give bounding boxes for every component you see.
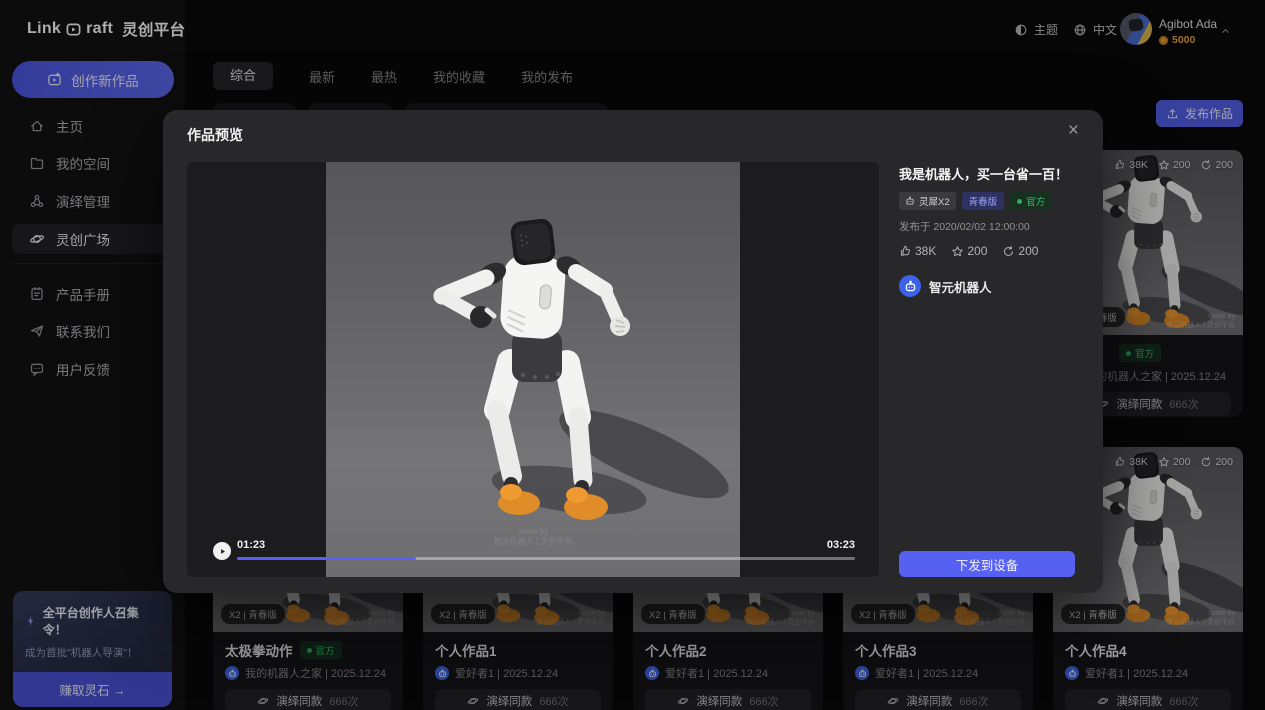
progress-bar[interactable] — [237, 557, 855, 560]
model-tag: 灵犀X2 — [899, 192, 956, 210]
author-avatar — [899, 275, 921, 297]
robot-render — [326, 162, 740, 577]
total-time: 03:23 — [827, 539, 855, 551]
send-to-device-button[interactable]: 下发到设备 — [899, 551, 1075, 577]
work-info-panel: 我是机器人，买一台省一百！ 灵犀X2 青春版 官方 发布于 2020/02/02… — [899, 166, 1075, 297]
video-frame: made by 智元机器人 | 灵创平台 — [326, 162, 740, 577]
play-icon — [218, 547, 227, 556]
work-tags: 灵犀X2 青春版 官方 — [899, 192, 1075, 210]
official-dot-icon — [1017, 199, 1022, 204]
star-icon[interactable] — [951, 245, 964, 258]
share-icon[interactable] — [1002, 245, 1015, 258]
work-title: 我是机器人，买一台省一百！ — [899, 166, 1075, 183]
robot-icon — [905, 196, 915, 206]
official-tag: 官方 — [1010, 192, 1052, 210]
work-preview-modal: 作品预览 × made by 智元机器人 | 灵创平台 01:23 03:23 — [163, 110, 1103, 593]
modal-title: 作品预览 — [187, 125, 243, 145]
work-stats: 38K 200 200 — [899, 244, 1075, 258]
publish-date: 发布于 2020/02/02 12:00:00 — [899, 219, 1075, 234]
player-controls: 01:23 03:23 — [213, 539, 855, 563]
play-button[interactable] — [213, 542, 231, 560]
like-icon[interactable] — [899, 245, 912, 258]
author-row[interactable]: 智元机器人 — [899, 275, 1075, 297]
author-name: 智元机器人 — [929, 277, 992, 296]
edition-tag: 青春版 — [962, 192, 1005, 210]
video-player[interactable]: made by 智元机器人 | 灵创平台 01:23 03:23 — [187, 162, 879, 577]
robot-icon — [904, 280, 917, 293]
current-time: 01:23 — [237, 539, 265, 551]
app-window: Link raft 灵创平台 创作新作品 主页 我的空间 演绎管理 灵创广场 — [0, 0, 1265, 710]
close-icon[interactable]: × — [1068, 121, 1079, 141]
progress-fill — [237, 557, 416, 560]
